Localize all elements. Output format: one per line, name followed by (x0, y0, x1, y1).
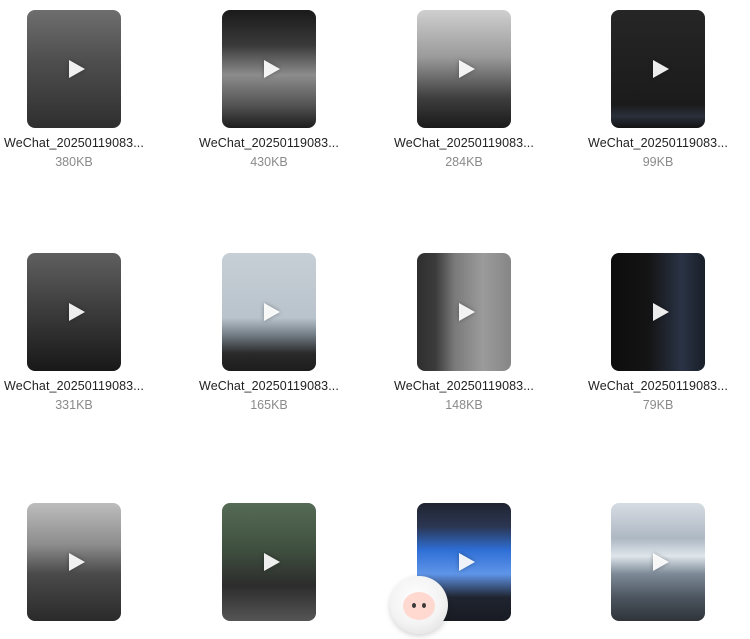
play-icon[interactable] (653, 60, 669, 78)
video-thumbnail[interactable] (222, 253, 316, 371)
play-icon[interactable] (69, 60, 85, 78)
video-thumbnail[interactable] (611, 10, 705, 128)
video-file-tile[interactable]: WeChat_20250119083... 331KB (0, 253, 154, 412)
play-icon[interactable] (264, 60, 280, 78)
play-icon[interactable] (459, 553, 475, 571)
file-size: 380KB (55, 155, 93, 169)
play-icon[interactable] (69, 553, 85, 571)
file-size: 79KB (642, 398, 674, 412)
video-thumbnail[interactable] (417, 10, 511, 128)
video-file-tile[interactable]: WeChat_20250119083... 165KB (189, 253, 349, 412)
file-size: 284KB (445, 155, 483, 169)
file-size: 148KB (445, 398, 483, 412)
file-size: 430KB (250, 155, 288, 169)
play-icon[interactable] (459, 303, 475, 321)
video-file-tile[interactable] (189, 503, 349, 621)
assistant-mascot-icon[interactable] (390, 576, 448, 634)
file-name: WeChat_20250119083... (588, 379, 728, 393)
file-name: WeChat_20250119083... (199, 136, 339, 150)
video-thumbnail[interactable] (611, 503, 705, 621)
video-file-grid: WeChat_20250119083... 380KB WeChat_2025011… (0, 0, 750, 639)
video-thumbnail[interactable] (27, 253, 121, 371)
video-file-tile[interactable]: WeChat_20250119083... 380KB (0, 10, 154, 169)
mascot-face (403, 592, 435, 620)
play-icon[interactable] (459, 60, 475, 78)
play-icon[interactable] (264, 553, 280, 571)
file-name: WeChat_20250119083... (4, 379, 144, 393)
file-name: WeChat_20250119083... (588, 136, 728, 150)
play-icon[interactable] (653, 303, 669, 321)
video-file-tile[interactable] (578, 503, 738, 621)
play-icon[interactable] (264, 303, 280, 321)
video-file-tile[interactable]: WeChat_20250119083... 284KB (384, 10, 544, 169)
play-icon[interactable] (653, 553, 669, 571)
video-file-tile[interactable]: WeChat_20250119083... 79KB (578, 253, 738, 412)
file-size: 165KB (250, 398, 288, 412)
file-name: WeChat_20250119083... (394, 379, 534, 393)
play-icon[interactable] (69, 303, 85, 321)
video-thumbnail[interactable] (222, 10, 316, 128)
file-size: 331KB (55, 398, 93, 412)
file-name: WeChat_20250119083... (394, 136, 534, 150)
video-thumbnail[interactable] (27, 503, 121, 621)
mascot-eye-left (412, 603, 416, 608)
video-thumbnail[interactable] (27, 10, 121, 128)
video-thumbnail[interactable] (611, 253, 705, 371)
video-file-tile[interactable] (0, 503, 154, 621)
video-file-tile[interactable]: WeChat_20250119083... 430KB (189, 10, 349, 169)
video-file-tile[interactable]: WeChat_20250119083... 148KB (384, 253, 544, 412)
file-size: 99KB (642, 155, 674, 169)
file-name: WeChat_20250119083... (199, 379, 339, 393)
mascot-eye-right (422, 603, 426, 608)
video-thumbnail[interactable] (222, 503, 316, 621)
video-thumbnail[interactable] (417, 253, 511, 371)
file-name: WeChat_20250119083... (4, 136, 144, 150)
video-file-tile[interactable]: WeChat_20250119083... 99KB (578, 10, 738, 169)
